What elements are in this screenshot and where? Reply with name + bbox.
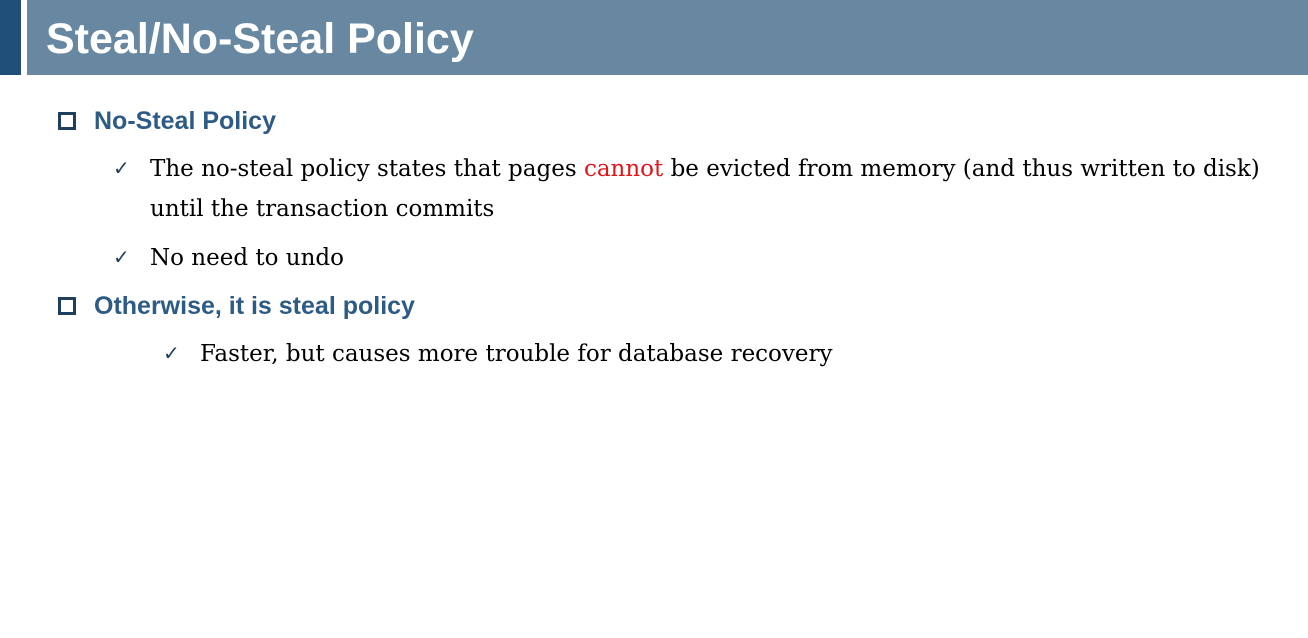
title-accent-bar [0, 0, 21, 75]
slide: Steal/No-Steal Policy No-Steal Policy ✓ … [0, 0, 1308, 638]
slide-title: Steal/No-Steal Policy [46, 15, 474, 63]
subitem-no-steal-definition: The no-steal policy states that pages ca… [150, 149, 1260, 229]
checkmark-icon: ✓ [163, 341, 180, 365]
subitem-no-undo: No need to undo [150, 245, 344, 271]
title-accent-gap [21, 0, 27, 75]
bullet-heading: Otherwise, it is steal policy [94, 292, 415, 320]
square-bullet-icon [58, 112, 76, 130]
subitem-text-after: be evicted from memory (and thus written… [670, 156, 1260, 182]
square-bullet-icon [58, 297, 76, 315]
checkmark-icon: ✓ [113, 245, 130, 269]
subitem-text-line2: until the transaction commits [150, 196, 495, 222]
checkmark-icon: ✓ [113, 156, 130, 180]
subitem-text-before: The no-steal policy states that pages [150, 156, 577, 182]
bullet-heading: No-Steal Policy [94, 107, 276, 135]
subitem-steal-tradeoff: Faster, but causes more trouble for data… [200, 341, 833, 367]
highlight-cannot: cannot [583, 156, 664, 182]
